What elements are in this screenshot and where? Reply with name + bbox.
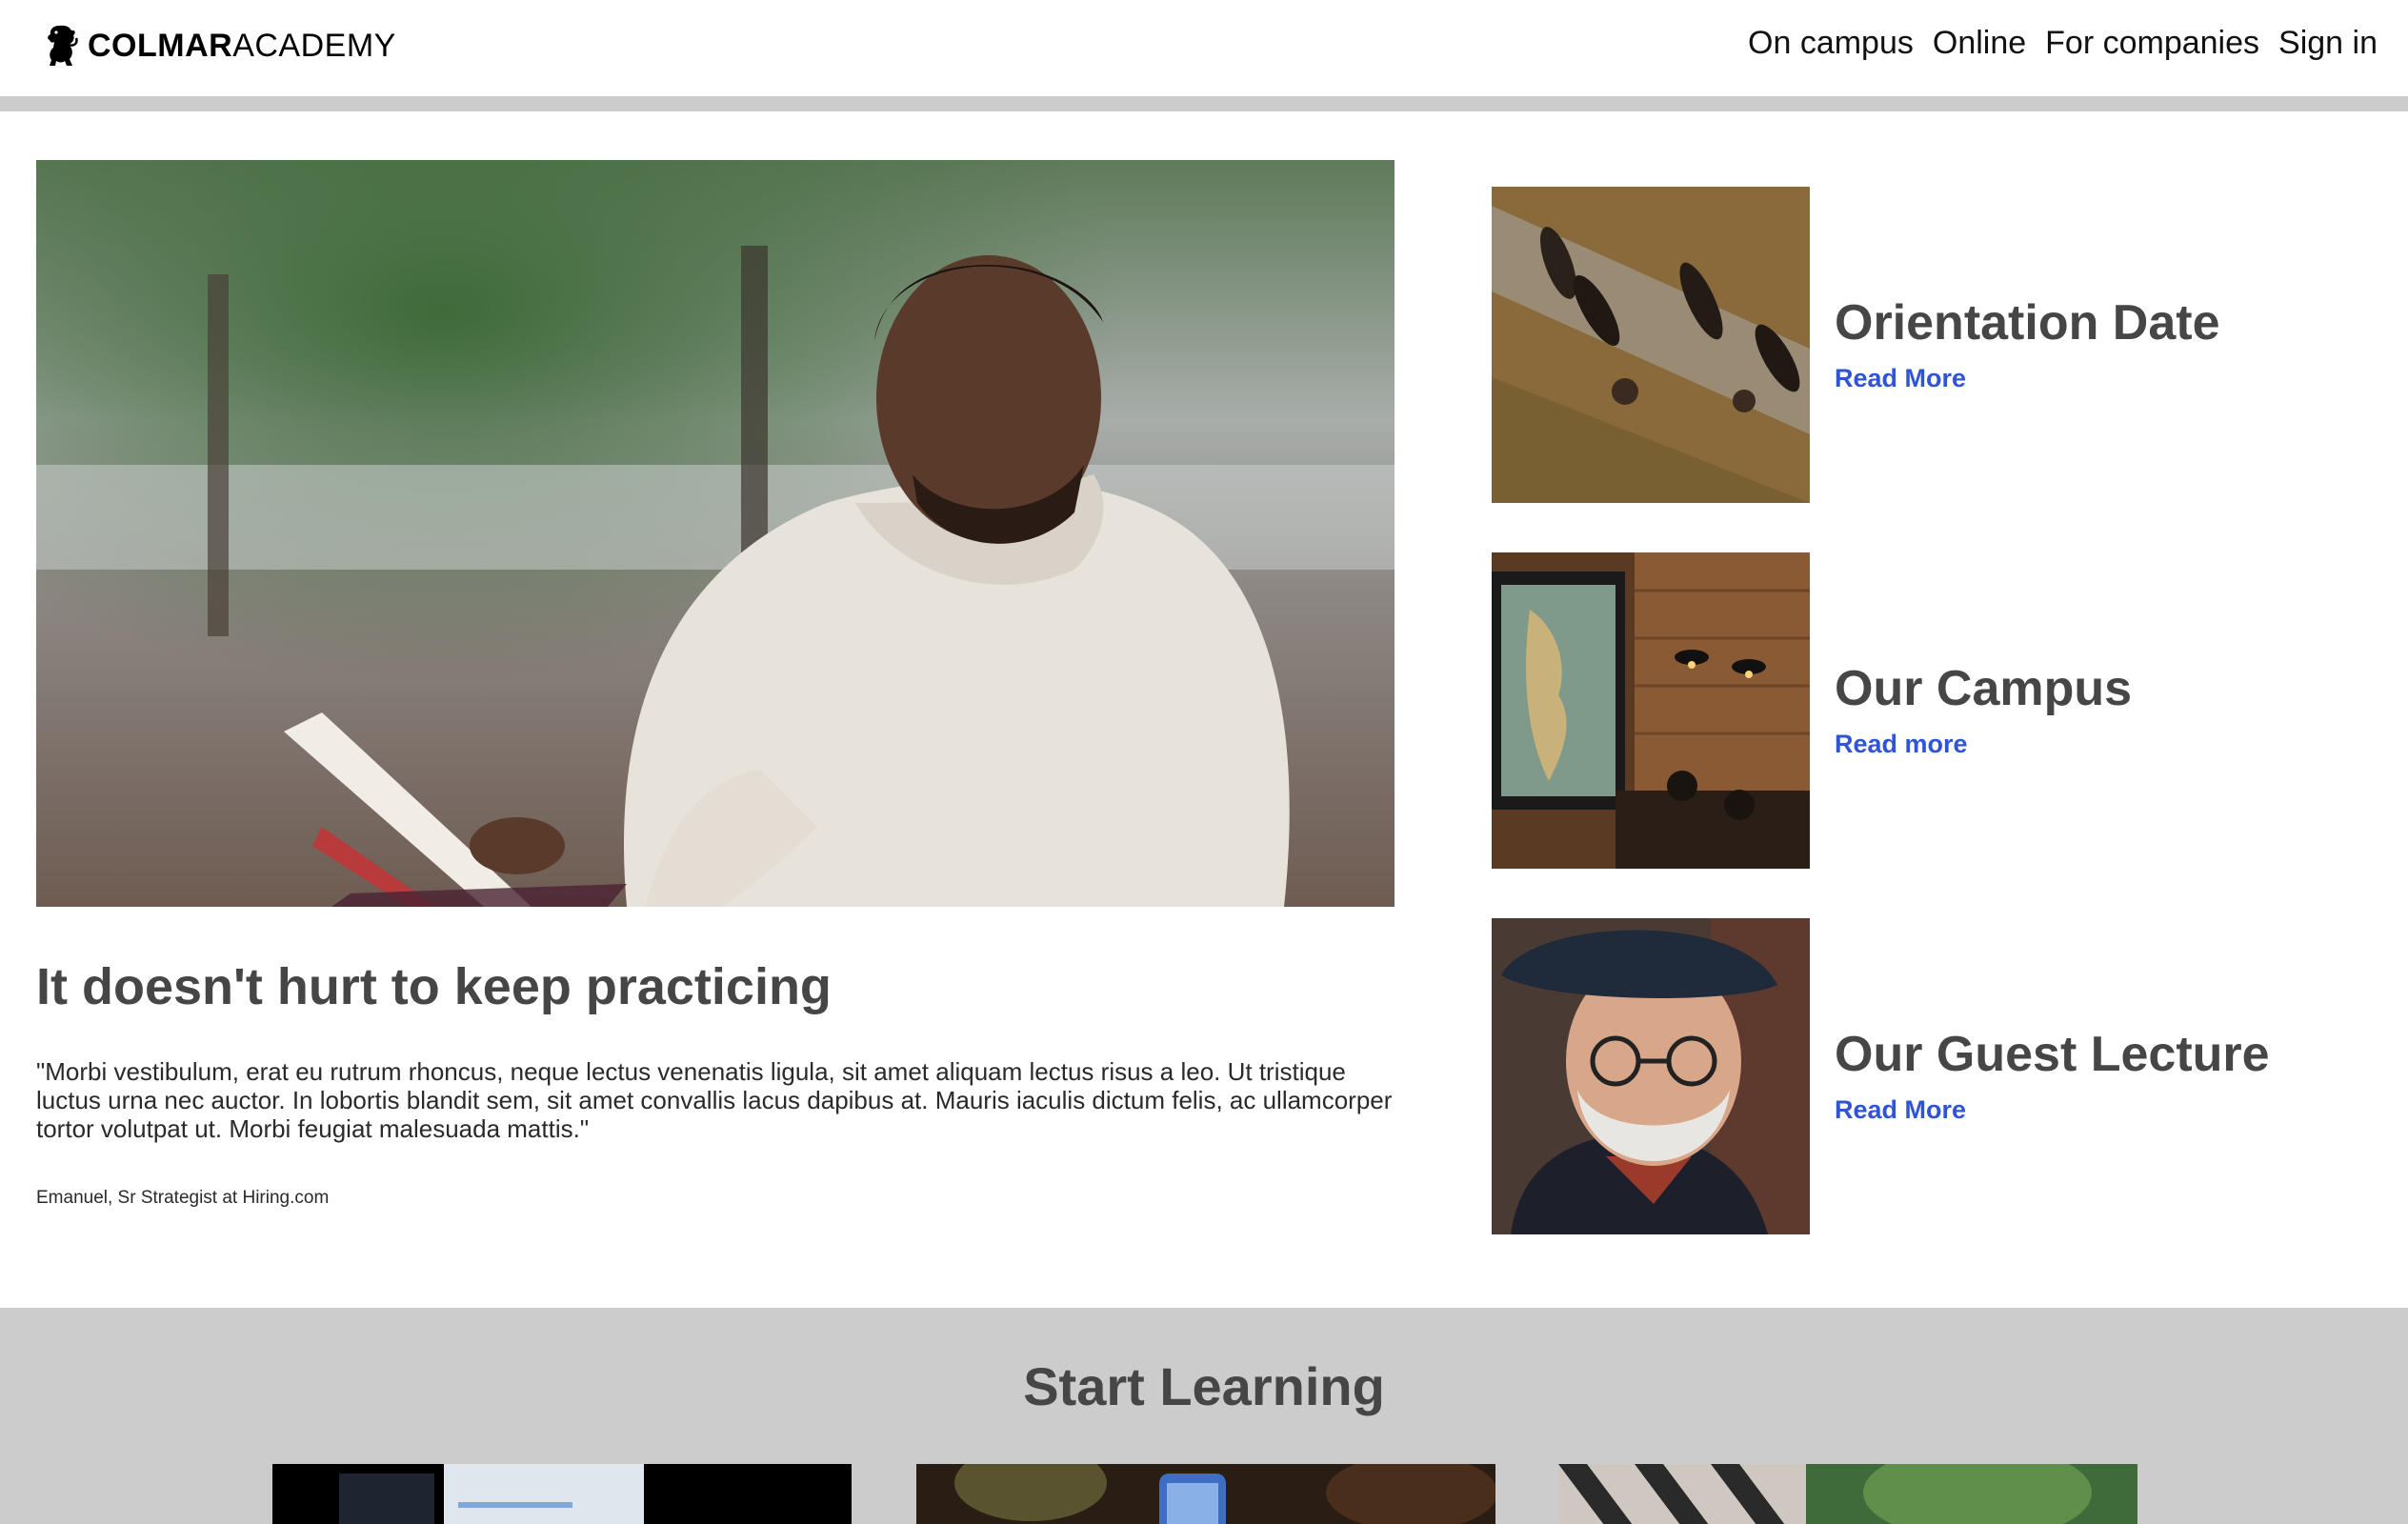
feature-quote: "Morbi vestibulum, erat eu rutrum rhoncu… (36, 1057, 1393, 1143)
brand-name-light: ACADEMY (232, 27, 396, 64)
card-our-guest-lecture: Our Guest Lecture Read More (1492, 918, 2378, 1234)
site-header: COLMAR ACADEMY On campus Online For compa… (0, 0, 2408, 96)
read-more-link[interactable]: Read more (1835, 730, 1968, 759)
nav-sign-in[interactable]: Sign in (2278, 25, 2378, 62)
brand-logo[interactable]: COLMAR ACADEMY (42, 21, 396, 70)
read-more-link[interactable]: Read More (1835, 364, 1966, 393)
start-learning-title: Start Learning (1023, 1356, 1385, 1416)
card-title: Our Campus (1835, 661, 2133, 716)
feature-title: It doesn't hurt to keep practicing (36, 958, 832, 1015)
card-thumbnail[interactable] (1492, 918, 1810, 1234)
card-orientation-date: Orientation Date Read More (1492, 187, 2378, 503)
nav-for-companies[interactable]: For companies (2045, 25, 2259, 62)
header-divider (0, 96, 2408, 111)
feature-author: Emanuel, Sr Strategist at Hiring.com (36, 1188, 330, 1208)
lion-rampant-icon (42, 22, 80, 70)
start-learning-section: Start Learning (0, 1308, 2408, 1524)
card-thumbnail[interactable] (1492, 187, 1810, 503)
card-title: Our Guest Lecture (1835, 1027, 2270, 1082)
read-more-link[interactable]: Read More (1835, 1095, 1966, 1125)
course-thumbnail-phone[interactable] (916, 1464, 1495, 1524)
card-title: Orientation Date (1835, 295, 2220, 351)
nav-online[interactable]: Online (1933, 25, 2026, 62)
card-thumbnail[interactable] (1492, 552, 1810, 869)
course-thumbnail-laptop[interactable] (272, 1464, 852, 1524)
main-nav: On campus Online For companies Sign in (1748, 25, 2378, 62)
card-our-campus: Our Campus Read more (1492, 552, 2378, 869)
course-thumbnail-park[interactable] (1558, 1464, 2137, 1524)
brand-name-bold: COLMAR (88, 27, 233, 64)
feature-photo (36, 160, 1395, 907)
nav-on-campus[interactable]: On campus (1748, 25, 1914, 62)
